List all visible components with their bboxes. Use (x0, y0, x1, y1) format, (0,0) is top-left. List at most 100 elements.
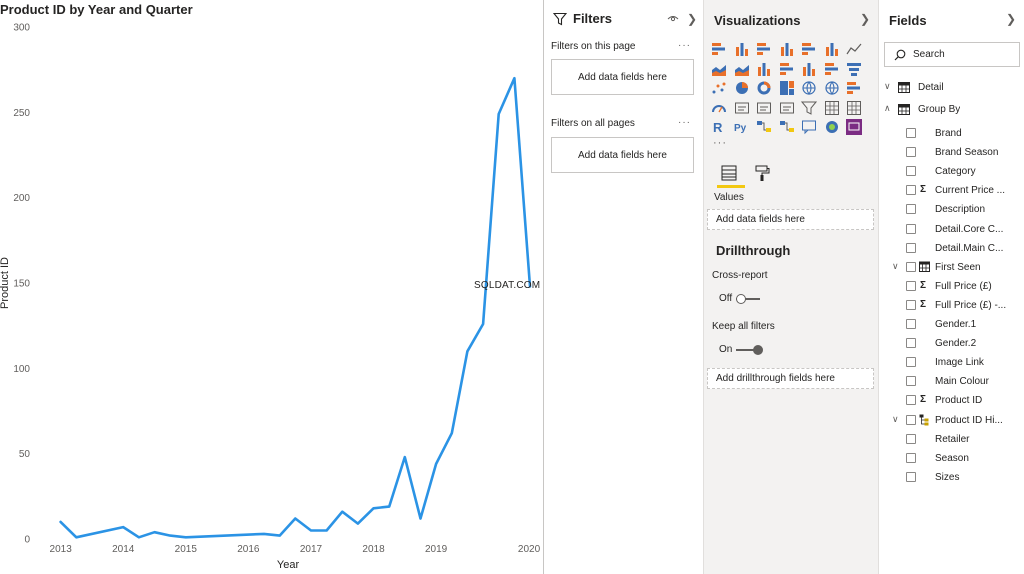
stacked-area-icon[interactable] (734, 61, 750, 77)
funnel-chart-icon[interactable] (846, 61, 862, 77)
card-icon[interactable] (734, 100, 750, 116)
field-list-item[interactable]: Detail.Main C... (880, 239, 1024, 258)
field-list-item[interactable]: Season (880, 449, 1024, 468)
chevron-right-icon[interactable]: ❯ (1006, 12, 1016, 26)
field-checkbox[interactable] (906, 128, 916, 138)
field-checkbox[interactable] (906, 185, 916, 196)
chevron-right-icon[interactable]: ❯ (860, 12, 870, 26)
drillthrough-drop-well[interactable]: Add drillthrough fields here (707, 368, 874, 389)
chevron-down-icon[interactable]: ∨ (884, 81, 891, 92)
field-checkbox[interactable] (906, 319, 916, 329)
series-line[interactable] (59, 76, 532, 539)
toggle-state-text: On (719, 344, 733, 355)
field-list-item[interactable]: Main Colour (880, 372, 1024, 391)
multi-row-card-icon[interactable] (756, 100, 772, 116)
ribbon-chart-icon[interactable] (801, 61, 817, 77)
python-visual-icon[interactable]: Py (734, 119, 750, 135)
shape-map-icon[interactable] (846, 80, 862, 96)
field-list-item[interactable]: Σ Full Price (£) (880, 277, 1024, 296)
field-list-item[interactable]: Retailer (880, 430, 1024, 449)
field-list-item[interactable]: Σ Product ID (880, 391, 1024, 410)
field-checkbox[interactable] (906, 433, 916, 444)
pie-chart-icon[interactable] (734, 80, 750, 96)
key-influencers-icon[interactable] (756, 119, 772, 135)
field-checkbox[interactable] (906, 338, 916, 349)
format-paint-roller-icon[interactable] (753, 164, 771, 182)
y-tick-label: 250 (13, 108, 30, 119)
chevron-up-icon[interactable]: ∧ (884, 103, 891, 114)
field-list-item[interactable]: Sizes (880, 468, 1024, 487)
treemap-icon[interactable] (779, 80, 795, 96)
field-list-item[interactable]: Image Link (880, 353, 1024, 372)
stacked-bar-icon[interactable] (711, 41, 727, 57)
field-checkbox[interactable] (906, 357, 916, 368)
field-table-row[interactable]: ∧ Group By (880, 100, 1024, 119)
waterfall-icon[interactable] (824, 61, 840, 77)
field-checkbox[interactable] (906, 395, 916, 406)
field-list-item[interactable]: ∨ Product ID Hi... (880, 411, 1024, 430)
clustered-bar-icon[interactable] (756, 41, 772, 57)
field-checkbox[interactable] (906, 452, 916, 463)
stacked-bar-100-icon[interactable] (801, 41, 817, 57)
field-list-item[interactable]: Brand Season (880, 143, 1024, 162)
scatter-icon[interactable] (711, 80, 727, 96)
field-table-row[interactable]: ∨ Detail (880, 78, 1024, 97)
gauge-icon[interactable] (711, 100, 727, 116)
line-column-icon[interactable] (756, 61, 772, 77)
field-list-item[interactable]: Description (880, 200, 1024, 219)
slicer-icon[interactable] (801, 100, 817, 116)
line-clustered-column-icon[interactable] (779, 61, 795, 77)
stacked-column-icon[interactable] (734, 41, 750, 57)
eye-icon[interactable] (667, 14, 679, 23)
more-visuals-icon[interactable]: ··· (713, 137, 727, 149)
field-list-item[interactable]: Gender.1 (880, 315, 1024, 334)
field-checkbox[interactable] (906, 261, 916, 272)
search-input[interactable]: Search (884, 42, 1020, 67)
field-checkbox[interactable] (906, 280, 916, 291)
map-icon[interactable] (801, 80, 817, 96)
area-chart-icon[interactable] (711, 61, 727, 77)
field-checkbox[interactable] (906, 414, 916, 425)
field-checkbox[interactable] (906, 166, 916, 177)
field-list-item[interactable]: Gender.2 (880, 334, 1024, 353)
donut-chart-icon[interactable] (756, 80, 772, 96)
field-checkbox[interactable] (906, 242, 916, 253)
r-visual-icon[interactable]: R (711, 119, 727, 135)
custom-visual-icon[interactable] (846, 119, 862, 135)
stacked-column-100-icon[interactable] (824, 41, 840, 57)
field-list-item[interactable]: Category (880, 162, 1024, 181)
chevron-down-icon[interactable]: ∨ (892, 414, 899, 425)
cross-report-toggle[interactable]: Off (719, 292, 779, 306)
field-list-item[interactable]: Brand (880, 124, 1024, 143)
matrix-icon[interactable] (846, 100, 862, 116)
smart-narrative-icon[interactable] (824, 119, 840, 135)
fields-well-icon[interactable] (720, 164, 738, 182)
visualizations-pane: Visualizations ❯ R Py ··· Values Drillthr… (704, 0, 879, 574)
clustered-column-icon[interactable] (779, 41, 795, 57)
field-list-item[interactable]: Σ Full Price (£) -... (880, 296, 1024, 315)
decomposition-tree-icon[interactable] (779, 119, 795, 135)
chevron-right-icon[interactable]: ❯ (687, 12, 697, 26)
kpi-icon[interactable] (779, 100, 795, 116)
qa-icon[interactable] (801, 119, 817, 135)
keep-all-filters-toggle[interactable]: On (719, 343, 779, 357)
chevron-down-icon[interactable]: ∨ (892, 261, 899, 272)
table-visual-icon[interactable] (824, 100, 840, 116)
field-checkbox[interactable] (906, 147, 916, 158)
field-list-item[interactable]: Detail.Core C... (880, 220, 1024, 239)
field-list-item[interactable]: Σ Current Price ... (880, 181, 1024, 200)
field-checkbox[interactable] (906, 471, 916, 482)
all-pages-filters-drop-zone[interactable]: Add data fields here (551, 137, 694, 173)
field-checkbox[interactable] (906, 204, 916, 215)
page-filters-drop-zone[interactable]: Add data fields here (551, 59, 694, 95)
more-options-icon[interactable]: ··· (678, 117, 691, 128)
field-list-item[interactable]: ∨ First Seen (880, 258, 1024, 277)
line-chart[interactable]: 0 50 100 150 200 250 300 2013 2014 2015 2016 2017 20… (0, 0, 544, 574)
line-chart-icon[interactable] (846, 41, 862, 57)
more-options-icon[interactable]: ··· (678, 40, 691, 51)
values-drop-well[interactable]: Add data fields here (707, 209, 874, 230)
field-checkbox[interactable] (906, 223, 916, 234)
filled-map-icon[interactable] (824, 80, 840, 96)
field-checkbox[interactable] (906, 376, 916, 387)
field-checkbox[interactable] (906, 299, 916, 310)
